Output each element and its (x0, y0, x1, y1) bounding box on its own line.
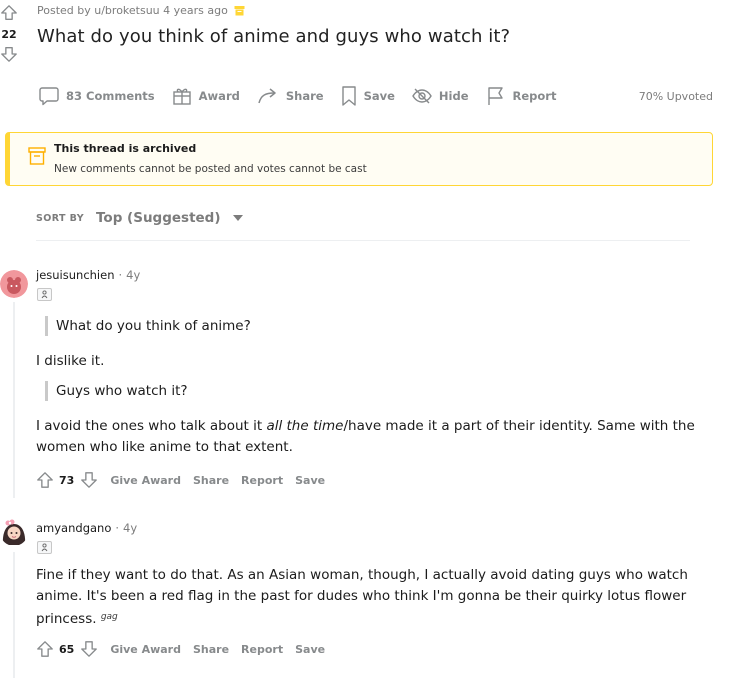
comment-author-row: jesuisunchien · 4y (36, 268, 141, 282)
comment-actions: 73 Give Award Share Report Save (36, 470, 325, 490)
hide-label: Hide (438, 89, 469, 103)
archived-title: This thread is archived (54, 142, 197, 155)
comment-score: 73 (59, 473, 75, 487)
report-button[interactable]: Report (241, 474, 283, 487)
sort-bar: SORT BY Top (Suggested) (36, 210, 243, 226)
report-button[interactable]: Report (241, 643, 283, 656)
post-vote-column: 22 (0, 4, 18, 63)
save-label: Save (363, 89, 395, 103)
award-label: Award (198, 89, 240, 103)
give-award-button[interactable]: Give Award (110, 643, 181, 656)
sort-dropdown[interactable]: Top (Suggested) (96, 210, 243, 226)
upvote-icon[interactable] (36, 639, 54, 659)
upvote-icon[interactable] (0, 4, 18, 22)
archived-banner: This thread is archived New comments can… (5, 132, 713, 186)
caret-down-icon (232, 215, 243, 221)
downvote-icon[interactable] (80, 470, 98, 490)
report-button[interactable]: Report (485, 85, 557, 107)
eye-slash-icon (411, 85, 433, 107)
bookmark-icon (340, 85, 358, 107)
report-label: Report (512, 89, 557, 103)
flag-icon (485, 85, 507, 107)
upvote-icon[interactable] (36, 470, 54, 490)
comment-icon (38, 85, 60, 107)
post-meta: Posted by u/broketsuu 4 years ago (37, 4, 245, 17)
sort-divider (36, 240, 690, 241)
post-meta-text[interactable]: Posted by u/broketsuu 4 years ago (37, 4, 228, 17)
archive-icon (234, 5, 245, 16)
save-button[interactable]: Save (340, 85, 395, 107)
comment-text: Fine if they want to do that. As an Asia… (36, 567, 688, 627)
avatar[interactable] (0, 518, 28, 546)
downvote-icon[interactable] (80, 639, 98, 659)
post-score: 22 (1, 28, 17, 41)
give-award-button[interactable]: Give Award (110, 474, 181, 487)
user-flair (37, 288, 52, 301)
comment-score: 65 (59, 642, 75, 656)
comment-quote: Guys who watch it? (45, 381, 188, 401)
sort-label: SORT BY (36, 212, 84, 224)
save-button[interactable]: Save (295, 474, 325, 487)
share-button[interactable]: Share (193, 474, 229, 487)
archive-box-icon (28, 146, 46, 166)
comment-actions: 65 Give Award Share Report Save (36, 639, 325, 659)
share-button[interactable]: Share (193, 643, 229, 656)
comments-label: 83 Comments (66, 89, 155, 103)
share-button[interactable]: Share (256, 85, 324, 107)
share-icon (256, 85, 280, 107)
comment-time[interactable]: 4y (123, 521, 137, 535)
downvote-icon[interactable] (0, 45, 18, 63)
thread-line[interactable] (13, 302, 15, 498)
comment-author-row: amyandgano · 4y (36, 521, 138, 535)
user-flair (37, 541, 52, 554)
comment-quote: What do you think of anime? (45, 316, 251, 336)
gift-icon (171, 85, 193, 107)
upvote-ratio: 70% Upvoted (638, 90, 713, 103)
archived-subtitle: New comments cannot be posted and votes … (54, 163, 367, 175)
comment-text: I dislike it. (36, 353, 105, 369)
comments-button[interactable]: 83 Comments (38, 85, 155, 107)
post-action-bar: 83 Comments Award Share Save Hide Report (38, 85, 572, 107)
comment-author[interactable]: amyandgano (36, 521, 111, 535)
thread-line[interactable] (13, 552, 15, 678)
comment-time[interactable]: 4y (126, 268, 140, 282)
share-label: Share (285, 89, 324, 103)
save-button[interactable]: Save (295, 643, 325, 656)
post-title[interactable]: What do you think of anime and guys who … (37, 26, 510, 47)
sort-value: Top (Suggested) (96, 210, 221, 226)
comment-text: I avoid the ones who talk about it all t… (36, 418, 695, 455)
hide-button[interactable]: Hide (411, 85, 469, 107)
comment-author[interactable]: jesuisunchien (36, 268, 114, 282)
avatar[interactable] (0, 270, 28, 298)
award-button[interactable]: Award (171, 85, 240, 107)
